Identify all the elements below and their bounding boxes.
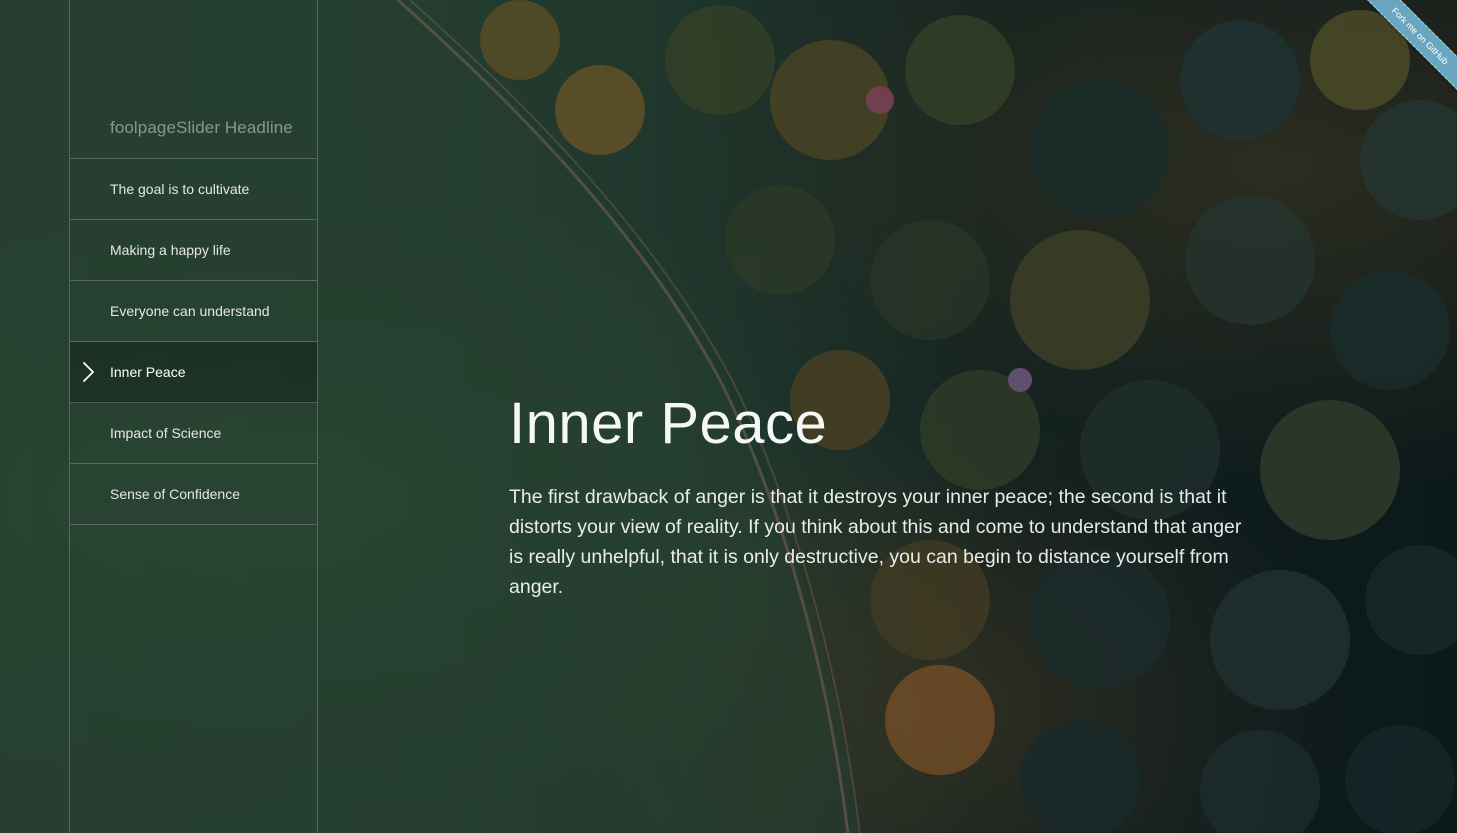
sidebar-headline: foolpageSlider Headline [70, 0, 317, 159]
nav-item-label: Impact of Science [110, 425, 222, 441]
nav-list: The goal is to cultivate Making a happy … [70, 159, 317, 525]
nav-item-label: Inner Peace [110, 364, 186, 380]
nav-item-label: The goal is to cultivate [110, 181, 250, 197]
sidebar-nav: foolpageSlider Headline The goal is to c… [69, 0, 318, 833]
slide-body-text: The first drawback of anger is that it d… [509, 486, 1242, 598]
nav-item-label: Making a happy life [110, 242, 231, 258]
nav-item-inner-peace[interactable]: Inner Peace [70, 342, 317, 403]
slide-content: Inner Peace The first drawback of anger … [509, 388, 1249, 602]
fork-me-on-github-ribbon[interactable]: Fork me on GitHub [1358, 0, 1457, 98]
slide-title: Inner Peace [509, 391, 828, 456]
github-ribbon-container: Fork me on GitHub [1347, 0, 1457, 110]
nav-item-understand[interactable]: Everyone can understand [70, 281, 317, 342]
nav-item-happy-life[interactable]: Making a happy life [70, 220, 317, 281]
nav-item-label: Sense of Confidence [110, 486, 240, 502]
nav-item-label: Everyone can understand [110, 303, 270, 319]
nav-item-science[interactable]: Impact of Science [70, 403, 317, 464]
nav-item-goal[interactable]: The goal is to cultivate [70, 159, 317, 220]
chevron-right-icon [83, 362, 94, 382]
page-background: foolpageSlider Headline The goal is to c… [0, 0, 1457, 833]
nav-item-confidence[interactable]: Sense of Confidence [70, 464, 317, 525]
